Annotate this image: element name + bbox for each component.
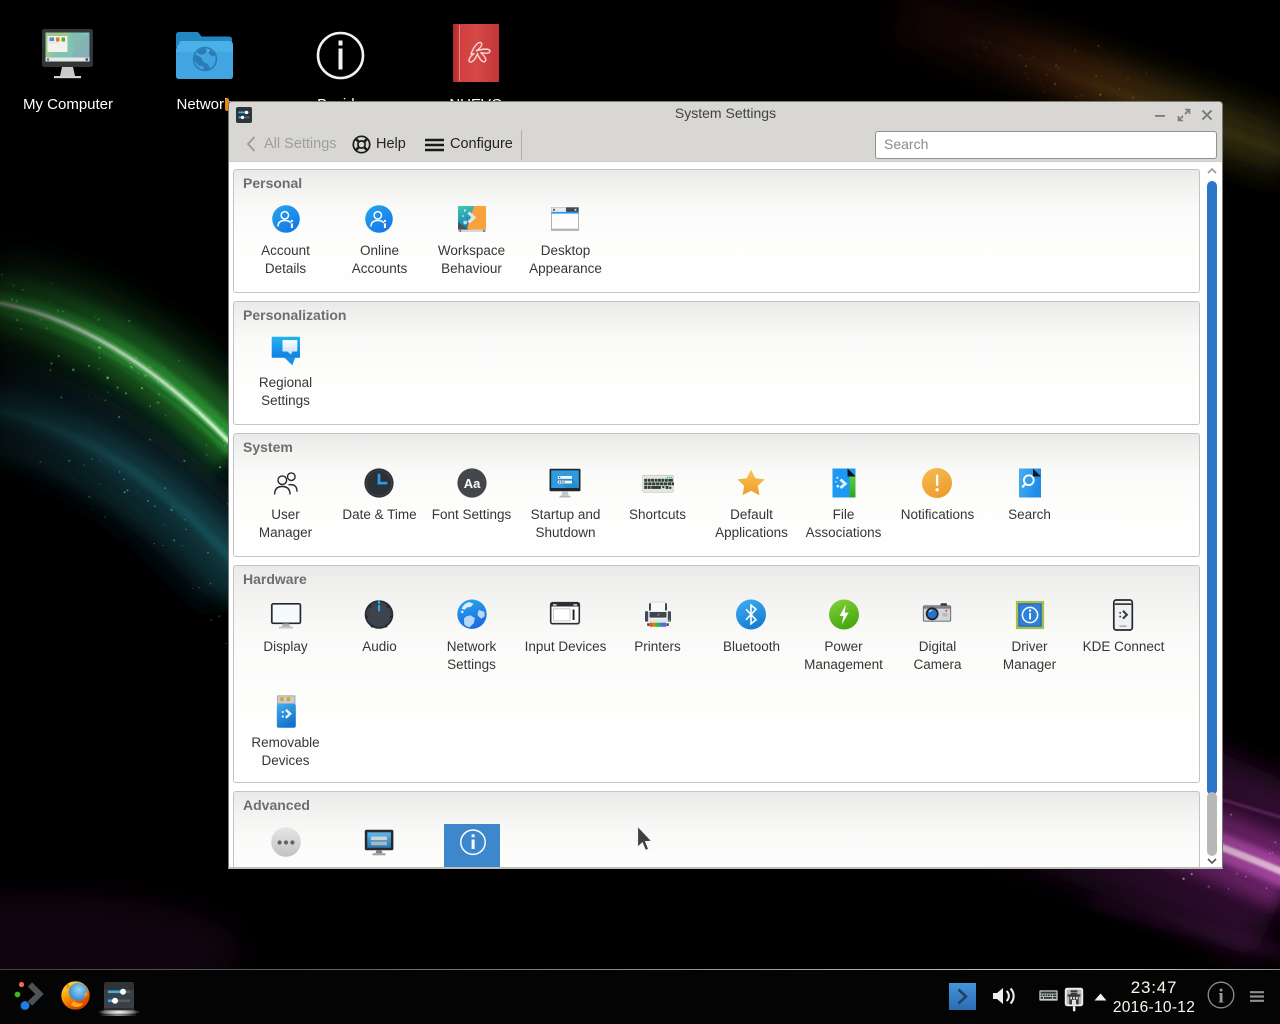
svg-text:Aa: Aa (464, 476, 481, 491)
svg-text:i: i (1218, 986, 1224, 1008)
